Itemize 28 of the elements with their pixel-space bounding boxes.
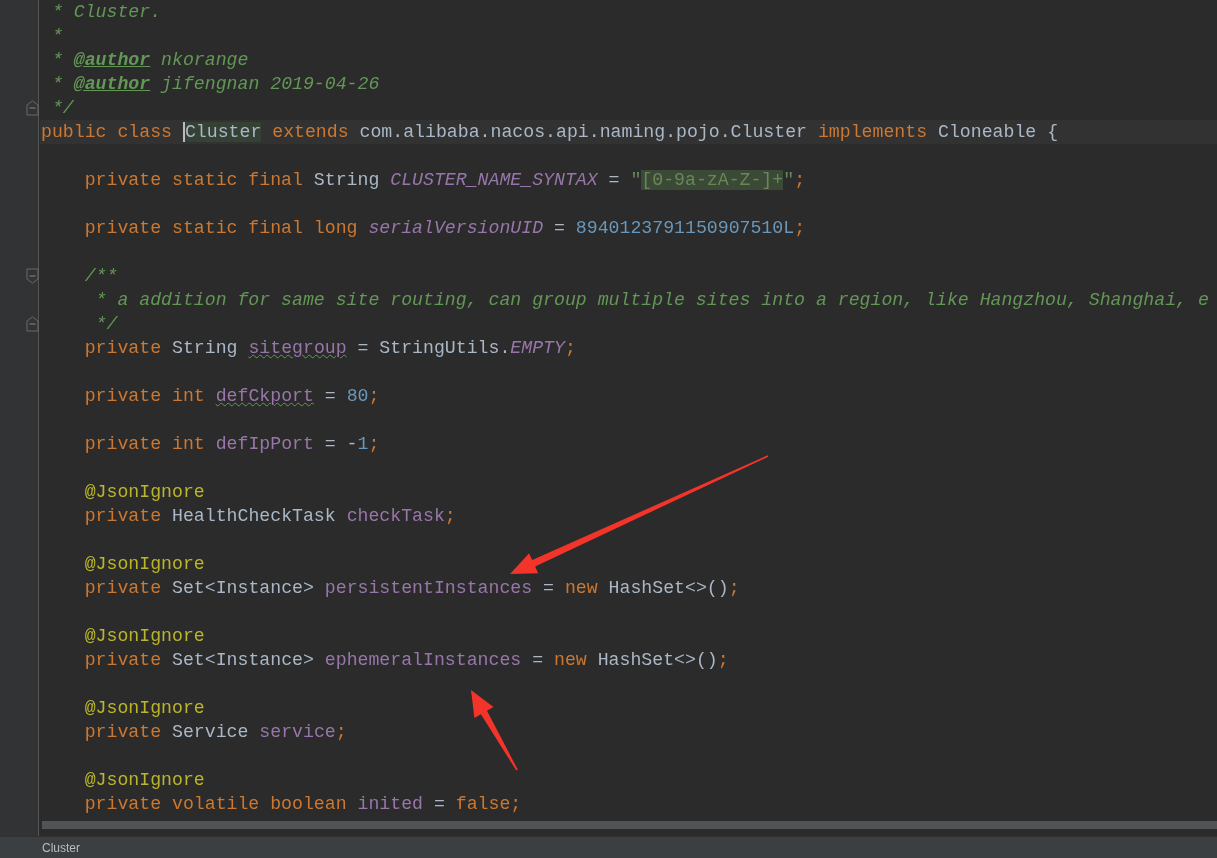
fold-icon[interactable] [26,316,39,332]
code-line: private volatile boolean inited = false; [83,793,523,816]
code-line: /** [83,265,119,288]
code-line: private static final long serialVersionUID = 8940123791150907510L; [83,217,807,240]
code-line: */ [50,97,75,120]
code-line: * @author jifengnan 2019-04-26 [50,73,381,96]
code-line: private Set<Instance> ephemeralInstances = new HashSet<>(); [83,649,730,672]
scrollbar-thumb[interactable] [42,821,1217,829]
code-line: private static final String CLUSTER_NAME_SYNTAX = "[0-9a-zA-Z-]+"; [83,169,807,192]
code-line: private int defCkport = 80; [83,385,381,408]
code-line: @JsonIgnore [83,625,206,648]
code-line: private Service service; [83,721,348,744]
fold-icon[interactable] [26,268,39,284]
code-line: * a addition for same site routing, can group multiple sites into a region, like Hangzhou, Shanghai, e [94,289,1210,312]
code-line: private String sitegroup = StringUtils.EMPTY; [83,337,577,360]
code-line: */ [94,313,119,336]
breadcrumb[interactable]: Cluster [42,838,80,857]
code-line: * @author nkorange [50,49,250,72]
code-line: @JsonIgnore [83,769,206,792]
code-line: * [50,25,64,48]
code-line: @JsonIgnore [83,697,206,720]
code-line: private int defIpPort = -1; [83,433,381,456]
code-line: * Cluster. [50,1,163,24]
code-line: @JsonIgnore [83,481,206,504]
code-line: @JsonIgnore [83,553,206,576]
code-line: private Set<Instance> persistentInstances = new HashSet<>(); [83,577,741,600]
code-line: private HealthCheckTask checkTask; [83,505,457,528]
fold-icon[interactable] [26,100,39,116]
